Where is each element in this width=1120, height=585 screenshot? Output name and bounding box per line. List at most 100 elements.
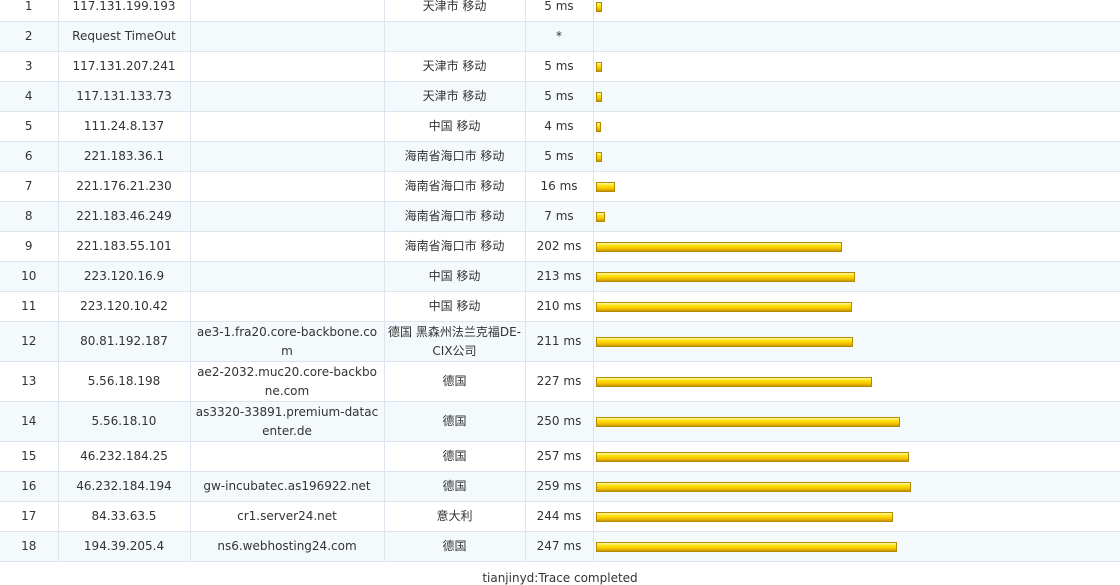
hop-number: 9 — [0, 231, 59, 262]
hop-latency: 250 ms — [525, 401, 594, 442]
latency-bar-cell — [593, 141, 1120, 172]
table-row: 14 5.56.18.10 as3320-33891.premium-datacen… — [0, 401, 1120, 442]
hop-ip-address: 221.183.46.249 — [58, 201, 191, 232]
table-row: 16 46.232.184.194 gw-incubatec.as196922.ne… — [0, 471, 1120, 502]
hop-latency: 247 ms — [525, 531, 594, 562]
latency-bar-cell — [593, 321, 1120, 362]
hop-ip-address: 46.232.184.25 — [58, 441, 191, 472]
hop-latency: 7 ms — [525, 201, 594, 232]
hop-ip-address: 221.183.36.1 — [58, 141, 191, 172]
hop-number: 12 — [0, 321, 59, 362]
hop-hostname — [190, 111, 385, 142]
hop-location: 海南省海口市 移动 — [384, 201, 526, 232]
hop-latency: 227 ms — [525, 361, 594, 402]
hop-ip-address: 117.131.207.241 — [58, 51, 191, 82]
latency-bar — [595, 376, 872, 387]
hop-ip-address: 223.120.10.42 — [58, 291, 191, 322]
hop-location — [384, 21, 526, 52]
hop-number: 10 — [0, 261, 59, 292]
hop-location: 海南省海口市 移动 — [384, 231, 526, 262]
latency-bar-cell — [593, 81, 1120, 112]
hop-location: 德国 黑森州法兰克福DE-CIX公司 — [384, 321, 526, 362]
hop-ip-address: 111.24.8.137 — [58, 111, 191, 142]
latency-bar — [595, 241, 842, 252]
trace-status-text: tianjinyd:Trace completed — [482, 571, 638, 585]
table-row: 18 194.39.205.4 ns6.webhosting24.com 德国 247 … — [0, 531, 1120, 562]
table-row: 4 117.131.133.73 天津市 移动 5 ms — [0, 81, 1120, 112]
hop-ip-address: 80.81.192.187 — [58, 321, 191, 362]
latency-bar — [595, 511, 893, 522]
table-row: 15 46.232.184.25 德国 257 ms — [0, 441, 1120, 472]
latency-bar-cell — [593, 51, 1120, 82]
hop-number: 18 — [0, 531, 59, 562]
table-row: 3 117.131.207.241 天津市 移动 5 ms — [0, 51, 1120, 82]
table-row: 13 5.56.18.198 ae2-2032.muc20.core-backbon… — [0, 361, 1120, 402]
hop-number: 8 — [0, 201, 59, 232]
hop-hostname: ae3-1.fra20.core-backbone.com — [190, 321, 385, 362]
hop-hostname: ae2-2032.muc20.core-backbone.com — [190, 361, 385, 402]
hop-location: 德国 — [384, 361, 526, 402]
hop-latency: 16 ms — [525, 171, 594, 202]
hop-hostname — [190, 441, 385, 472]
hop-ip-address: 221.183.55.101 — [58, 231, 191, 262]
hop-latency: 5 ms — [525, 81, 594, 112]
hop-number: 14 — [0, 401, 59, 442]
latency-bar-cell — [593, 501, 1120, 532]
hop-hostname: cr1.server24.net — [190, 501, 385, 532]
hop-number: 16 — [0, 471, 59, 502]
hop-hostname — [190, 51, 385, 82]
hop-latency: 257 ms — [525, 441, 594, 472]
latency-bar — [595, 1, 602, 12]
table-row: 11 223.120.10.42 中国 移动 210 ms — [0, 291, 1120, 322]
latency-bar-cell — [593, 441, 1120, 472]
latency-bar-cell — [593, 231, 1120, 262]
hop-number: 4 — [0, 81, 59, 112]
hop-hostname — [190, 201, 385, 232]
table-row: 8 221.183.46.249 海南省海口市 移动 7 ms — [0, 201, 1120, 232]
hop-ip-address: 5.56.18.198 — [58, 361, 191, 402]
hop-ip-address: 117.131.133.73 — [58, 81, 191, 112]
hop-latency: 211 ms — [525, 321, 594, 362]
latency-bar-cell — [593, 471, 1120, 502]
hop-location: 天津市 移动 — [384, 51, 526, 82]
latency-bar — [595, 271, 855, 282]
table-row: 10 223.120.16.9 中国 移动 213 ms — [0, 261, 1120, 292]
hop-latency: 244 ms — [525, 501, 594, 532]
hop-latency: 5 ms — [525, 0, 594, 22]
hop-latency: 213 ms — [525, 261, 594, 292]
latency-bar — [595, 61, 602, 72]
latency-bar-cell — [593, 401, 1120, 442]
hop-ip-address: 5.56.18.10 — [58, 401, 191, 442]
latency-bar — [595, 91, 602, 102]
hop-number: 1 — [0, 0, 59, 22]
latency-bar — [595, 481, 911, 492]
hop-location: 天津市 移动 — [384, 0, 526, 22]
hop-location: 德国 — [384, 471, 526, 502]
latency-bar — [595, 336, 853, 347]
hop-hostname: gw-incubatec.as196922.net — [190, 471, 385, 502]
hop-hostname — [190, 261, 385, 292]
hop-ip-address: 46.232.184.194 — [58, 471, 191, 502]
latency-bar-cell — [593, 21, 1120, 52]
hop-latency: 5 ms — [525, 141, 594, 172]
hop-location: 海南省海口市 移动 — [384, 141, 526, 172]
hop-number: 5 — [0, 111, 59, 142]
hop-number: 11 — [0, 291, 59, 322]
latency-bar — [595, 211, 605, 222]
hop-hostname: as3320-33891.premium-datacenter.de — [190, 401, 385, 442]
hop-hostname — [190, 291, 385, 322]
hop-number: 7 — [0, 171, 59, 202]
hop-hostname — [190, 81, 385, 112]
latency-bar — [595, 301, 852, 312]
hop-latency: * — [525, 21, 594, 52]
table-row: 12 80.81.192.187 ae3-1.fra20.core-backbone… — [0, 321, 1120, 362]
hop-latency: 5 ms — [525, 51, 594, 82]
hop-number: 15 — [0, 441, 59, 472]
hop-number: 6 — [0, 141, 59, 172]
table-row: 7 221.176.21.230 海南省海口市 移动 16 ms — [0, 171, 1120, 202]
hop-hostname — [190, 231, 385, 262]
latency-bar-cell — [593, 291, 1120, 322]
table-row: 9 221.183.55.101 海南省海口市 移动 202 ms — [0, 231, 1120, 262]
latency-bar-cell — [593, 531, 1120, 562]
hop-ip-address: 223.120.16.9 — [58, 261, 191, 292]
